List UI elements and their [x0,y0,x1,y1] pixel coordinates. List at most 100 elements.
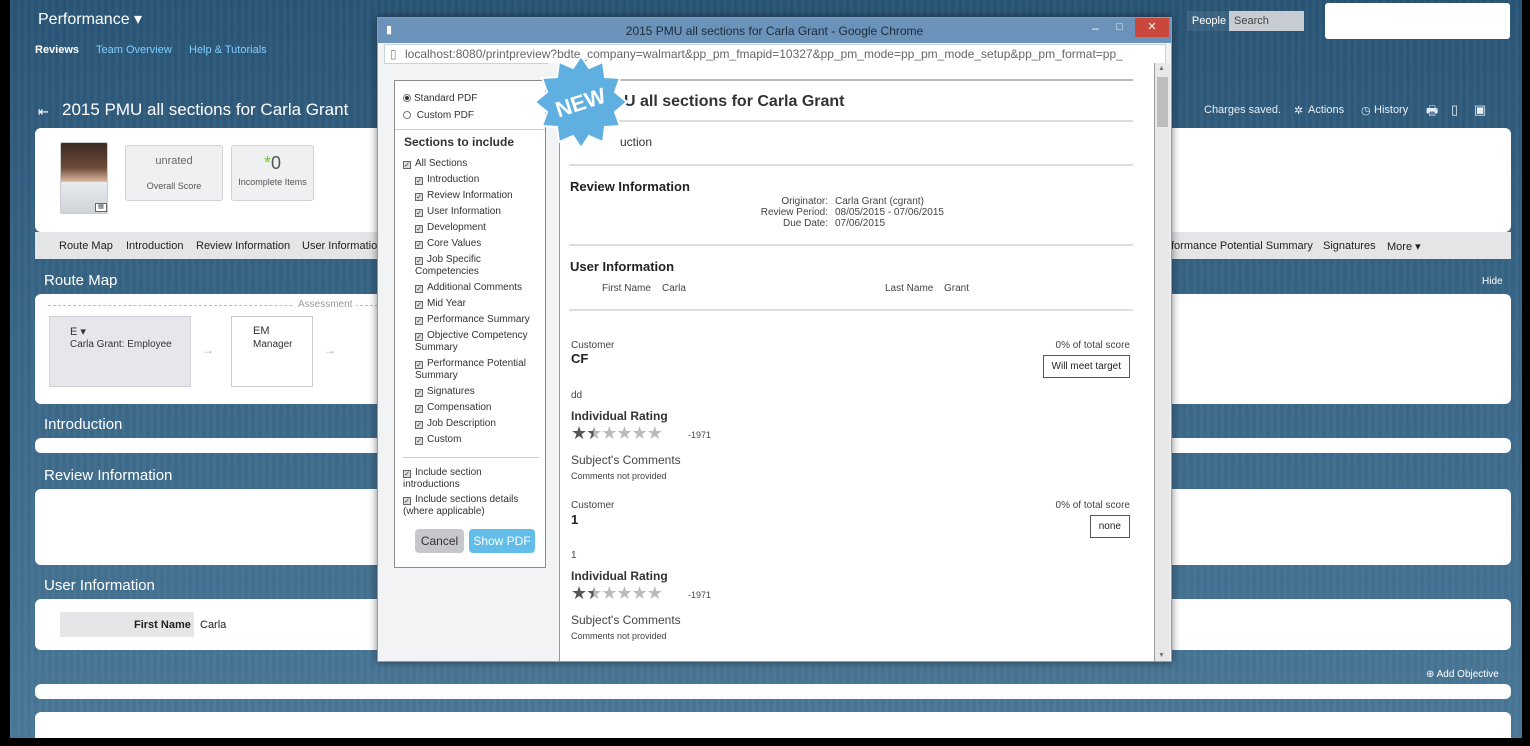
minimize-icon[interactable]: – [1092,21,1099,35]
print-icon[interactable]: 🖶 [1426,102,1438,124]
scroll-down-icon[interactable]: ▼ [1158,652,1165,659]
section-checkbox-user-information[interactable]: ✓ User Information [415,206,543,218]
close-icon[interactable]: ✕ [1135,18,1169,37]
checkbox-checked-icon[interactable]: ✓ [415,301,423,309]
actions-menu[interactable]: Actions [1308,104,1344,116]
section-checkbox-introduction[interactable]: ✓ Introduction [415,174,543,186]
section-label: Compensation [427,402,492,413]
section-checkbox-signatures[interactable]: ✓ Signatures [415,386,543,398]
checkbox-checked-icon[interactable]: ✓ [415,285,423,293]
checkbox-checked-icon[interactable]: ✓ [415,257,423,265]
standard-pdf-option[interactable]: Standard PDF [403,93,477,104]
people-button[interactable]: People [1187,11,1231,31]
pdf-preview[interactable]: U all sections for Carla Grant uction Re… [559,63,1155,661]
tab-more[interactable]: More ▾ [1387,240,1421,253]
collapse-icon[interactable]: ⇤ [38,104,49,120]
maximize-icon[interactable]: □ [1116,21,1123,33]
custom-pdf-option[interactable]: Custom PDF [403,110,474,121]
section-label: Job Description [427,418,496,429]
section-checkbox-mid-year[interactable]: ✓ Mid Year [415,298,543,310]
show-pdf-button[interactable]: Show PDF [469,529,535,553]
checkbox-checked-icon[interactable]: ✓ [415,317,423,325]
divider [395,129,545,130]
item-name: 1 [571,512,579,527]
incomplete-items-box[interactable]: *0 Incomplete Items [231,145,314,201]
checkbox-checked-icon[interactable]: ✓ [415,241,423,249]
overall-score-box: unrated Overall Score [125,145,223,201]
section-checkbox-review-information[interactable]: ✓ Review Information [415,190,543,202]
page-icon: ▯ [390,47,397,61]
tab-signatures[interactable]: Signatures [1323,240,1376,252]
include-intros-checkbox[interactable]: ✓ Include section introductions [403,467,539,491]
section-label: Introduction [427,174,480,185]
checkbox-checked-icon[interactable]: ✓ [415,437,423,445]
checkbox-checked-icon[interactable]: ✓ [415,405,423,413]
cancel-button[interactable]: Cancel [415,529,464,553]
preview-scrollbar[interactable]: ▲ ▼ [1155,63,1170,661]
scroll-up-icon[interactable]: ▲ [1158,65,1165,72]
gear-icon[interactable]: ✲ [1294,104,1303,117]
section-checkbox-compensation[interactable]: ✓ Compensation [415,402,543,414]
checkbox-checked-icon[interactable]: ✓ [415,421,423,429]
url-bar[interactable]: ▯ localhost:8080/printpreview?bdte_compa… [384,44,1166,64]
section-label: Job Specific Competencies [415,254,481,277]
tab-review-information[interactable]: Review Information [196,240,290,252]
rating-value: -1971 [688,430,712,440]
preview-gutter [548,63,559,661]
checkbox-checked-icon[interactable]: ✓ [415,333,423,341]
include-details-checkbox[interactable]: ✓ Include sections details (where applica… [403,494,539,518]
nav-help-tutorials[interactable]: Help & Tutorials [189,44,267,56]
section-checkbox-development[interactable]: ✓ Development [415,222,543,234]
overall-score-label: Overall Score [146,181,202,191]
checkbox-checked-icon[interactable]: ✓ [415,193,423,201]
all-sections-checkbox[interactable]: ✓ All Sections [403,158,467,169]
section-label: Mid Year [427,298,466,309]
id-card-icon[interactable]: ▤ [95,203,107,212]
hide-link[interactable]: Hide [1482,276,1503,287]
save-icon[interactable]: ▣ [1474,102,1486,118]
url-text[interactable]: localhost:8080/printpreview?bdte_company… [405,47,1123,61]
user-information-heading: User Information [570,259,675,274]
section-checkbox-performance-potential-summary[interactable]: ✓ Performance Potential Summary [415,358,543,382]
add-objective-link[interactable]: ⊕ Add Objective [1426,669,1499,680]
route-step-manager[interactable]: EM Manager [231,316,313,387]
checkbox-checked-icon[interactable]: ✓ [415,225,423,233]
section-checkbox-job-description[interactable]: ✓ Job Description [415,418,543,430]
route-step-employee[interactable]: E ▾ Carla Grant: Employee [49,316,191,387]
section-checkbox-custom[interactable]: ✓ Custom [415,434,543,446]
history-link[interactable]: History [1374,104,1408,116]
app-title-menu[interactable]: Performance ▾ [38,9,142,29]
divider [403,457,539,458]
checkbox-checked-icon[interactable]: ✓ [403,470,411,478]
clock-icon[interactable]: ◷ [1361,104,1371,117]
checkbox-checked-icon[interactable]: ✓ [403,497,411,505]
due-date-value: 07/06/2015 [835,218,886,229]
tab-route-map[interactable]: Route Map [59,240,113,252]
scrollbar-thumb[interactable] [1157,77,1168,127]
item-category: Customer [571,500,615,511]
checkbox-checked-icon[interactable]: ✓ [415,177,423,185]
tab-introduction[interactable]: Introduction [126,240,183,252]
document-icon[interactable]: ▯ [1451,102,1458,118]
checkbox-checked-icon[interactable]: ✓ [415,361,423,369]
section-checkbox-performance-summary[interactable]: ✓ Performance Summary [415,314,543,326]
radio-selected-icon[interactable] [403,94,411,102]
checkbox-checked-icon[interactable]: ✓ [415,209,423,217]
checkbox-checked-icon[interactable]: ✓ [403,161,411,169]
tab-performance-potential-summary[interactable]: formance Potential Summary [1171,240,1313,252]
tab-user-information[interactable]: User Informatio [302,240,377,252]
radio-icon[interactable] [403,111,411,119]
window-titlebar[interactable]: ▮ 2015 PMU all sections for Carla Grant … [378,18,1171,43]
nav-reviews[interactable]: Reviews [35,44,79,56]
section-checkbox-objective-competency-summary[interactable]: ✓ Objective Competency Summary [415,330,543,354]
nav-team-overview[interactable]: Team Overview [96,44,172,56]
user-information-title: User Information [44,577,155,594]
section-checkbox-additional-comments[interactable]: ✓ Additional Comments [415,282,543,294]
checkbox-checked-icon[interactable]: ✓ [415,389,423,397]
incomplete-items-label: Incomplete Items [238,177,307,187]
section-checkbox-core-values[interactable]: ✓ Core Values [415,238,543,250]
search-input[interactable]: Search [1229,11,1304,31]
step-code[interactable]: E ▾ [70,325,86,338]
section-checkbox-job-specific-competencies[interactable]: ✓ Job Specific Competencies [415,254,543,278]
add-objective-label: Add Objective [1436,669,1499,680]
